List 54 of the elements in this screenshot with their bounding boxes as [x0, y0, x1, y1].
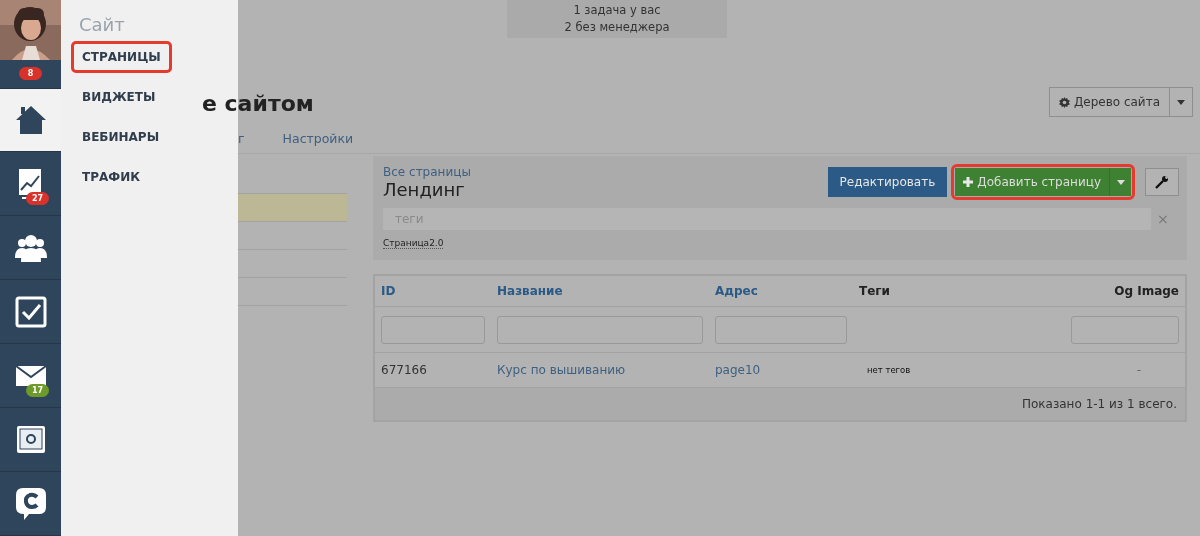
chart-icon	[17, 167, 44, 200]
add-page-button[interactable]: Добавить страницу	[955, 168, 1109, 196]
clear-button[interactable]: ×	[1157, 211, 1169, 227]
caret-icon	[1116, 179, 1125, 185]
plus-icon	[963, 177, 974, 187]
edit-button[interactable]: Редактировать	[827, 167, 948, 197]
nav-item[interactable]: 17	[0, 344, 61, 409]
column-sort-link[interactable]: Название	[497, 284, 563, 298]
wrench-icon	[1155, 175, 1169, 189]
chat-icon	[14, 486, 47, 521]
caret-icon	[1177, 99, 1185, 105]
table-link[interactable]: Курс по вышиванию	[497, 363, 626, 377]
submenu-item[interactable]: ТРАФИК	[71, 161, 152, 193]
notice-text: 2 без менеджера	[564, 19, 670, 36]
table-link[interactable]: page10	[715, 363, 761, 377]
checkbox-icon	[14, 295, 47, 328]
dropdown-button[interactable]	[1170, 87, 1193, 117]
notification-badge: 27	[26, 192, 50, 206]
page-title: е сайтом	[202, 91, 314, 117]
column-sort-link[interactable]: Адрес	[715, 284, 758, 298]
gear-icon	[1058, 96, 1070, 108]
column-header: Теги	[859, 284, 890, 298]
nav-item[interactable]: 27	[0, 152, 61, 217]
mail-icon	[14, 364, 47, 387]
filter-field[interactable]	[381, 315, 485, 344]
safe-icon	[14, 423, 47, 456]
notification-badge: 17	[26, 384, 50, 398]
filter-field[interactable]	[497, 315, 703, 344]
site-tree-button[interactable]: Дерево сайта	[1048, 87, 1170, 117]
table-cell: нет тегов	[867, 365, 911, 375]
submenu-item[interactable]: ВЕБИНАРЫ	[71, 121, 171, 153]
column-header: Og Image	[1114, 284, 1179, 298]
table-cell: 677166	[381, 363, 427, 377]
list-row[interactable]	[238, 194, 347, 222]
submenu-title: Сайт	[79, 14, 125, 35]
column-sort-link[interactable]: ID	[381, 284, 396, 298]
home-icon	[14, 104, 47, 136]
filter-field[interactable]	[715, 315, 847, 344]
submenu-item[interactable]: ВИДЖЕТЫ	[71, 81, 167, 113]
summary-text: Показано 1-1 из 1 всего.	[1021, 397, 1177, 411]
people-icon	[14, 233, 47, 262]
notification-badge: 8	[18, 67, 43, 81]
settings-button[interactable]	[1145, 168, 1179, 196]
panel-title: Лендинг	[383, 178, 465, 200]
tab[interactable]: Настройки	[282, 131, 354, 151]
dropdown-button[interactable]	[1109, 168, 1131, 196]
filter-field[interactable]	[1071, 315, 1179, 344]
tab[interactable]: г	[238, 131, 245, 151]
notice-text: 1 задача у вас	[573, 2, 661, 19]
submenu-item[interactable]: СТРАНИЦЫ	[71, 41, 172, 73]
nav-item[interactable]	[0, 88, 61, 153]
tag-link[interactable]: Страница2.0	[383, 238, 444, 249]
table-cell: -	[1136, 363, 1141, 377]
breadcrumb-link[interactable]: Все страницы	[383, 164, 828, 179]
